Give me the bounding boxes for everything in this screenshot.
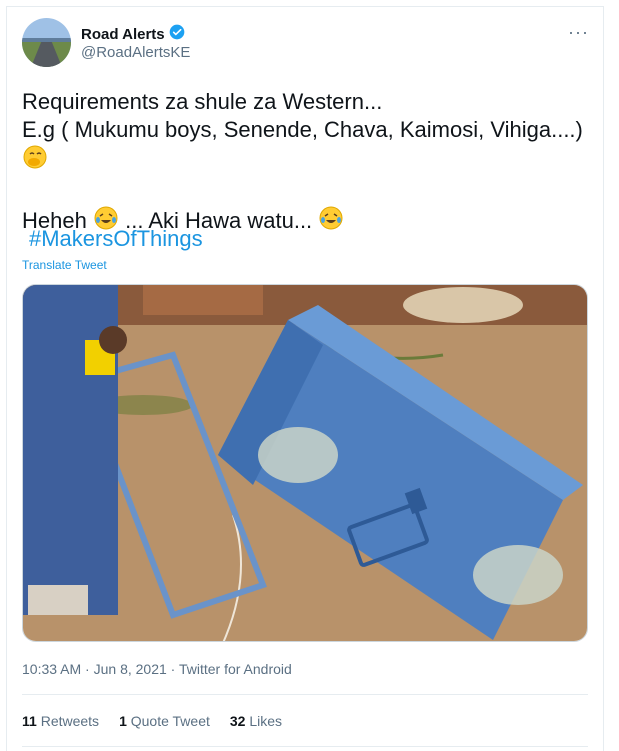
tweet-stats: 11 Retweets 1 Quote Tweet 32 Likes — [22, 713, 282, 729]
quote-tweets-label: Quote Tweet — [130, 713, 210, 729]
face-with-hand-over-mouth-icon — [22, 144, 48, 177]
retweets-stat[interactable]: 11 Retweets — [22, 713, 99, 729]
hashtag-link[interactable]: #MakersOfThings — [29, 226, 203, 252]
meta-separator-2: · — [166, 661, 179, 677]
meta-separator: · — [81, 661, 94, 677]
likes-stat[interactable]: 32 Likes — [230, 713, 282, 729]
retweets-label: Retweets — [40, 713, 100, 729]
tweet-meta: 10:33 AM · Jun 8, 2021 · Twitter for And… — [22, 661, 292, 677]
tweet-text: Requirements za shule za Western... E.g … — [22, 88, 592, 238]
author-name[interactable]: Road Alerts — [81, 24, 185, 44]
divider-bottom — [22, 746, 588, 747]
retweets-count: 11 — [22, 713, 37, 729]
tweet-source[interactable]: Twitter for Android — [179, 661, 292, 677]
verified-badge-icon — [169, 24, 185, 44]
likes-label: Likes — [249, 713, 283, 729]
tweet-line-3 — [22, 144, 592, 177]
author-avatar[interactable] — [22, 18, 71, 67]
quote-tweets-stat[interactable]: 1 Quote Tweet — [119, 713, 210, 729]
author-handle[interactable]: @RoadAlertsKE — [81, 44, 190, 61]
more-options-icon[interactable]: ··· — [568, 22, 589, 43]
face-with-tears-of-joy-icon — [318, 205, 344, 238]
tweet-date[interactable]: Jun 8, 2021 — [94, 661, 167, 677]
quote-tweets-count: 1 — [119, 713, 127, 729]
divider — [22, 694, 588, 695]
tweet-line-1: Requirements za shule za Western... — [22, 89, 383, 114]
tweet-time[interactable]: 10:33 AM — [22, 661, 81, 677]
tweet-line-2: E.g ( Mukumu boys, Senende, Chava, Kaimo… — [22, 117, 583, 142]
likes-count: 32 — [229, 713, 246, 729]
author-name-text: Road Alerts — [81, 25, 165, 43]
translate-tweet-link[interactable]: Translate Tweet — [22, 258, 107, 272]
tweet-photo[interactable] — [22, 284, 588, 642]
